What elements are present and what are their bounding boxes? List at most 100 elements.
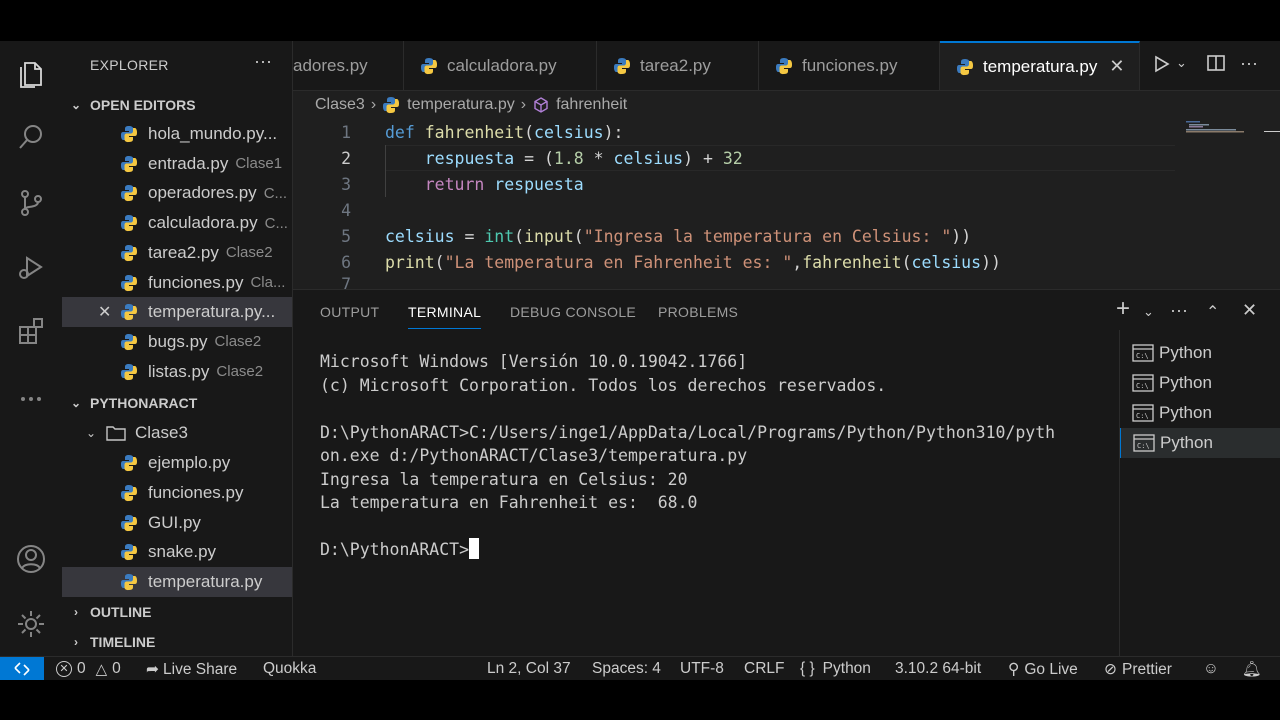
svg-text:C:\: C:\ [1137,442,1150,450]
chevron-down-icon[interactable]: ⌄ [1143,304,1154,320]
source-control-icon[interactable] [13,185,49,221]
terminal-instance[interactable]: C:\ Python [1120,368,1280,398]
tab-temperatura[interactable]: temperatura.py ✕ [940,41,1140,90]
file-item[interactable]: snake.py [62,537,292,567]
terminal-icon: C:\ [1132,374,1154,392]
terminal-list: C:\ Python C:\ Python C:\ Python C:\ Pyt… [1119,330,1280,657]
interpreter-status[interactable]: 3.10.2 64-bit [895,660,981,678]
breadcrumb-symbol[interactable]: fahrenheit [556,96,627,114]
close-panel-icon[interactable]: ✕ [1242,300,1257,321]
tab-terminal[interactable]: TERMINAL [408,304,482,329]
python-icon [121,185,137,202]
python-icon [776,57,792,74]
more-actions-icon[interactable]: ··· [1170,300,1188,321]
code-line: 2 respuesta = (1.8 * celsius) + 32 [341,148,743,168]
tab-output[interactable]: OUTPUT [320,304,379,328]
run-debug-icon[interactable] [13,249,49,285]
terminal-line: Microsoft Windows [Versión 10.0.19042.17… [320,352,748,371]
file-item[interactable]: GUI.py [62,508,292,538]
folder-clase3[interactable]: ⌄ Clase3 [62,418,292,448]
terminal-output[interactable]: Microsoft Windows [Versión 10.0.19042.17… [320,350,1100,562]
tab-problems[interactable]: PROBLEMS [658,304,738,328]
timeline-header[interactable]: › TIMELINE [62,628,292,656]
close-icon[interactable]: ✕ [98,302,120,322]
terminal-line: on.exe d:/PythonARACT/Clase3/temperatura… [320,446,748,465]
explorer-more-button[interactable]: ··· [254,51,272,72]
tab-debug-console[interactable]: DEBUG CONSOLE [510,304,636,328]
activity-bar [0,41,63,656]
open-editors-header[interactable]: ⌄ OPEN EDITORS [62,91,292,119]
project-header[interactable]: ⌄ PYTHONARACT [62,389,292,417]
live-share-icon: ➦ [146,661,159,678]
search-icon[interactable] [13,119,49,155]
settings-icon[interactable] [13,606,49,642]
notifications-icon[interactable]: 🔔︎ [1242,660,1262,679]
terminal-instance[interactable]: C:\ Python [1120,398,1280,428]
new-terminal-icon[interactable]: + [1116,295,1130,323]
outline-header[interactable]: › OUTLINE [62,598,292,626]
problems-status[interactable]: ✕ 0 △ 0 [56,660,121,678]
minimap[interactable] [1186,121,1244,133]
terminal-instance-active[interactable]: C:\ Python [1120,428,1280,458]
breadcrumb-folder[interactable]: Clase3 [315,96,365,114]
cursor-position[interactable]: Ln 2, Col 37 [487,660,571,678]
python-icon [957,58,973,75]
error-icon: ✕ [56,661,72,677]
open-editor-item[interactable]: tarea2.py Clase2 [62,238,292,268]
extensions-icon[interactable] [13,313,49,349]
file-item[interactable]: temperatura.py [62,567,292,598]
maximize-panel-icon[interactable]: ⌃ [1206,302,1219,322]
chevron-down-icon: ⌄ [70,98,82,112]
tab-calculadora[interactable]: calculadora.py [404,41,597,90]
open-editor-item[interactable]: listas.py Clase2 [62,357,292,387]
live-share-button[interactable]: ➦ Live Share [146,660,237,679]
python-icon [121,514,137,531]
code-editor[interactable]: 1 def fahrenheit(celsius): 2 respuesta =… [293,119,1280,289]
status-bar: ✕ 0 △ 0 ➦ Live Share Quokka Ln 2, Col 37… [0,656,1280,680]
python-icon [614,57,630,74]
remote-indicator[interactable] [0,657,44,680]
python-icon [383,97,400,114]
more-actions-icon[interactable]: ··· [1240,53,1258,74]
close-icon[interactable]: ✕ [1109,56,1124,77]
tab-funciones[interactable]: funciones.py [759,41,940,90]
breadcrumb-file[interactable]: temperatura.py [407,96,515,114]
python-icon [121,484,137,501]
open-editor-item[interactable]: operadores.py C... [62,178,292,208]
chevron-right-icon: › [74,635,78,649]
open-editor-item[interactable]: calculadora.py C... [62,208,292,238]
language-mode[interactable]: { } Python [800,660,871,678]
run-file-icon[interactable] [1153,53,1171,80]
terminal-instance[interactable]: C:\ Python [1120,338,1280,368]
more-icon[interactable] [13,381,49,417]
code-line: 7 [341,275,351,289]
account-icon[interactable] [13,541,49,577]
file-item[interactable]: funciones.py [62,478,292,508]
explorer-title: EXPLORER [90,57,169,73]
python-icon [121,244,137,261]
open-editor-item[interactable]: bugs.py Clase2 [62,327,292,357]
tab-operadores[interactable]: adores.py [293,41,404,90]
indentation-status[interactable]: Spaces: 4 [592,660,661,678]
tab-tarea2[interactable]: tarea2.py [597,41,759,90]
open-editor-item[interactable]: entrada.py Clase1 [62,149,292,179]
open-editor-item[interactable]: ✕ temperatura.py... [62,297,292,328]
feedback-icon[interactable]: ☺ [1203,660,1219,678]
encoding-status[interactable]: UTF-8 [680,660,724,678]
scroll-overview-marker [1264,131,1280,132]
prettier-button[interactable]: ⊘ Prettier [1104,660,1172,679]
open-editor-item[interactable]: hola_mundo.py... [62,119,292,149]
files-icon[interactable] [13,55,49,91]
eol-status[interactable]: CRLF [744,660,784,678]
chevron-down-icon[interactable]: ⌄ [1176,55,1187,71]
file-item[interactable]: ejemplo.py [62,448,292,478]
quokka-button[interactable]: Quokka [263,660,316,678]
python-icon [121,155,137,172]
prettier-icon: ⊘ [1104,661,1117,678]
open-editor-item[interactable]: funciones.py Cla... [62,268,292,298]
split-editor-icon[interactable] [1206,53,1226,78]
remote-icon [14,662,30,676]
code-line: 4 [341,200,351,220]
go-live-button[interactable]: ⚲ Go Live [1008,660,1078,679]
